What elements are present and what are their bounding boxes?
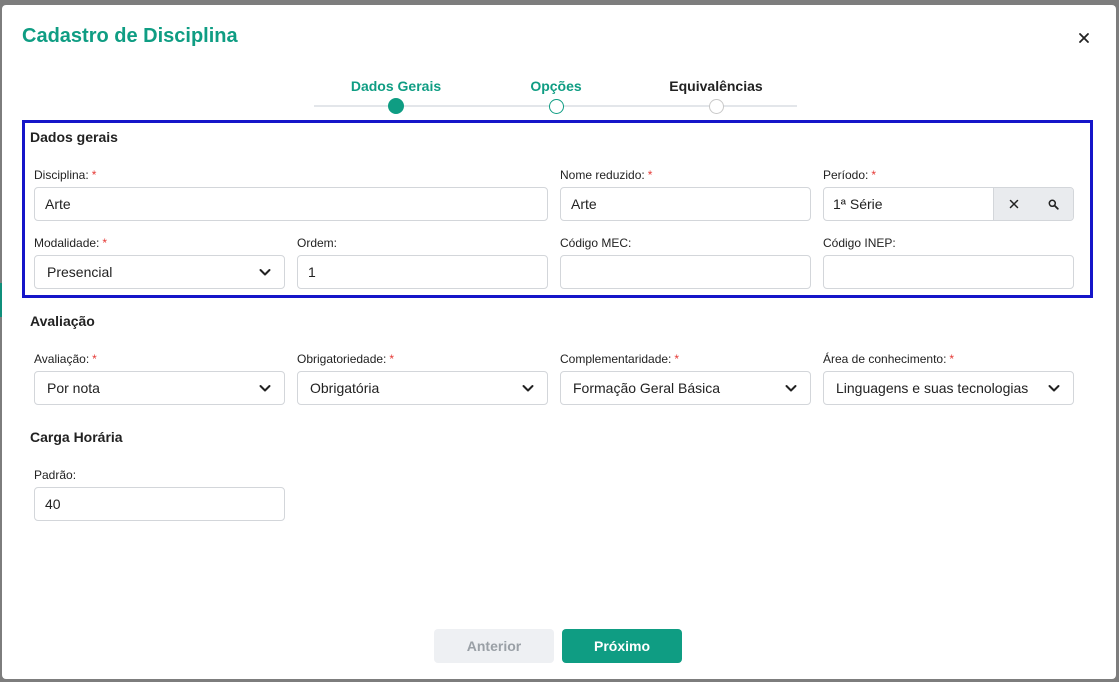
field-label: Período: * xyxy=(823,168,877,182)
codigo-inep-input[interactable] xyxy=(823,255,1074,289)
field-nome-reduzido: Nome reduzido: * xyxy=(560,168,811,221)
required-mark: * xyxy=(102,236,108,250)
field-label: Avaliação: * xyxy=(34,352,97,366)
avaliacao-select[interactable]: Por nota xyxy=(34,371,285,405)
field-label: Disciplina: * xyxy=(34,168,97,182)
required-mark: * xyxy=(647,168,653,182)
field-avaliacao: Avaliação: * Por nota xyxy=(34,352,285,405)
field-label: Código MEC: xyxy=(560,236,632,250)
step-label: Dados Gerais xyxy=(350,78,442,94)
field-padrao: Padrão: xyxy=(34,468,285,521)
field-label: Padrão: xyxy=(34,468,77,482)
previous-button[interactable]: Anterior xyxy=(434,629,554,663)
search-icon xyxy=(1048,199,1059,210)
next-button[interactable]: Próximo xyxy=(562,629,682,663)
obrigatoriedade-select[interactable]: Obrigatória xyxy=(297,371,548,405)
select-value: Presencial xyxy=(47,264,113,280)
clear-icon xyxy=(1009,199,1018,209)
modal-title: Cadastro de Disciplina xyxy=(22,25,238,47)
step-opcoes[interactable]: Opções xyxy=(476,78,636,114)
field-label: Modalidade: * xyxy=(34,236,108,250)
step-label: Equivalências xyxy=(669,78,763,94)
nome-reduzido-input[interactable] xyxy=(560,187,811,221)
chevron-down-icon xyxy=(259,269,271,276)
field-complementaridade: Complementaridade: * Formação Geral Básic… xyxy=(560,352,811,405)
periodo-input[interactable] xyxy=(824,188,993,220)
wizard-stepper: Dados Gerais Opções Equivalências xyxy=(312,78,797,118)
chevron-down-icon xyxy=(259,385,271,392)
step-equivalencias[interactable]: Equivalências xyxy=(636,78,796,114)
disciplina-input[interactable] xyxy=(34,187,548,221)
field-label: Ordem: xyxy=(297,236,338,250)
field-ordem: Ordem: xyxy=(297,236,548,289)
field-label: Área de conhecimento: * xyxy=(823,352,955,366)
step-dot xyxy=(708,99,724,114)
required-mark: * xyxy=(949,352,955,366)
field-area-conhecimento: Área de conhecimento: * Linguagens e suas… xyxy=(823,352,1074,405)
section-title-dados-gerais: Dados gerais xyxy=(30,129,118,145)
required-mark: * xyxy=(91,168,97,182)
close-icon xyxy=(1079,33,1089,43)
required-mark: * xyxy=(389,352,395,366)
area-conhecimento-select[interactable]: Linguagens e suas tecnologias xyxy=(823,371,1074,405)
periodo-lookup xyxy=(823,187,1074,221)
field-label: Código INEP: xyxy=(823,236,896,250)
discipline-modal: Cadastro de Disciplina Dados Gerais Opçõ… xyxy=(2,5,1116,679)
select-value: Formação Geral Básica xyxy=(573,380,721,396)
field-disciplina: Disciplina: * xyxy=(34,168,548,221)
select-value: Por nota xyxy=(47,380,100,396)
field-codigo-inep: Código INEP: xyxy=(823,236,1074,289)
required-mark: * xyxy=(92,352,97,366)
section-title-carga-horaria: Carga Horária xyxy=(30,429,123,445)
chevron-down-icon xyxy=(785,385,797,392)
codigo-mec-input[interactable] xyxy=(560,255,811,289)
chevron-down-icon xyxy=(522,385,534,392)
periodo-search-button[interactable] xyxy=(1033,188,1073,220)
required-mark: * xyxy=(871,168,877,182)
select-value: Linguagens e suas tecnologias xyxy=(836,380,1029,396)
required-mark: * xyxy=(674,352,680,366)
close-button[interactable] xyxy=(1076,30,1092,46)
field-label: Complementaridade: * xyxy=(560,352,680,366)
step-dot xyxy=(548,99,564,114)
step-dados-gerais[interactable]: Dados Gerais xyxy=(316,78,476,114)
section-title-avaliacao: Avaliação xyxy=(30,313,95,329)
periodo-clear-button[interactable] xyxy=(993,188,1033,220)
field-periodo: Período: * xyxy=(823,168,1074,221)
chevron-down-icon xyxy=(1048,385,1060,392)
field-modalidade: Modalidade: * Presencial xyxy=(34,236,285,289)
complementaridade-select[interactable]: Formação Geral Básica xyxy=(560,371,811,405)
ordem-input[interactable] xyxy=(297,255,548,289)
field-obrigatoriedade: Obrigatoriedade: * Obrigatória xyxy=(297,352,548,405)
step-dot-active xyxy=(388,98,404,114)
select-value: Obrigatória xyxy=(310,380,380,396)
field-codigo-mec: Código MEC: xyxy=(560,236,811,289)
modalidade-select[interactable]: Presencial xyxy=(34,255,285,289)
field-label: Obrigatoriedade: * xyxy=(297,352,395,366)
padrao-input[interactable] xyxy=(34,487,285,521)
step-label: Opções xyxy=(530,78,582,94)
field-label: Nome reduzido: * xyxy=(560,168,653,182)
